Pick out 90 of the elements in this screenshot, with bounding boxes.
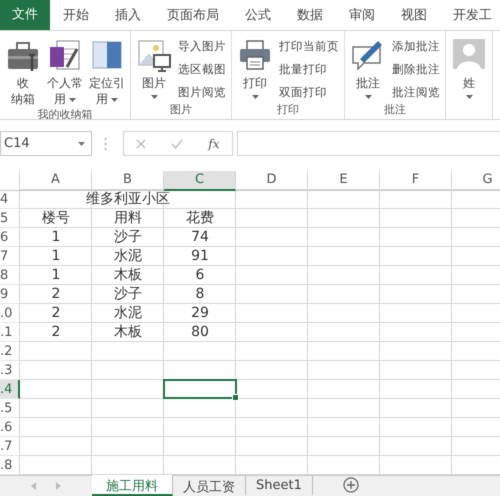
ribbon-tab[interactable]: 开发工 xyxy=(440,0,500,30)
caret-icon xyxy=(69,98,76,102)
ribbon-button[interactable]: 姓 xyxy=(449,32,489,119)
table-cell-text: 1 xyxy=(50,247,62,266)
table-cell-text: 2 xyxy=(50,323,62,342)
table-cell-text: 花费 xyxy=(185,209,215,228)
ribbon-button[interactable]: 批注阅览 xyxy=(390,82,442,102)
grip-icon xyxy=(104,136,107,150)
active-cell[interactable] xyxy=(164,380,236,398)
row-header[interactable]: 5 xyxy=(0,209,20,228)
file-tab[interactable]: 文件 xyxy=(0,0,50,30)
caret-icon xyxy=(364,94,372,99)
table-cell-text: 楼号 xyxy=(41,209,71,228)
ribbon-tab[interactable]: 开始 xyxy=(50,0,102,30)
table-cell-text: 2 xyxy=(50,285,62,304)
table-cell-text: 74 xyxy=(190,228,210,247)
table-cell-text: 沙子 xyxy=(113,285,143,304)
sheet-tab[interactable]: Sheet1 xyxy=(246,476,313,495)
group-label: 批注 xyxy=(383,102,407,118)
ribbon-button[interactable]: 双面打印 xyxy=(277,82,341,102)
ribbon-button[interactable]: 添加批注 xyxy=(390,36,442,56)
table-cell-text: 水泥 xyxy=(113,304,143,323)
table-cell-text: 80 xyxy=(190,323,210,342)
close-icon[interactable] xyxy=(136,138,146,148)
column-header[interactable]: F xyxy=(380,171,452,191)
group-label: 打印 xyxy=(276,102,300,118)
add-sheet-icon[interactable] xyxy=(342,477,359,493)
check-icon[interactable] xyxy=(171,138,184,148)
table-cell-text: 2 xyxy=(50,304,62,323)
ribbon-button[interactable]: 打印 xyxy=(235,32,275,102)
table-cell-text: 水泥 xyxy=(113,247,143,266)
ribbon-button[interactable]: 个人常 用 xyxy=(45,32,85,107)
scroll-left-icon[interactable] xyxy=(31,482,37,490)
name-box[interactable]: C14 xyxy=(0,131,92,156)
caret-icon xyxy=(150,94,158,99)
row-header[interactable]: .5 xyxy=(0,399,20,418)
formula-input[interactable] xyxy=(237,131,500,156)
row-header[interactable]: .4 xyxy=(0,380,20,399)
table-cell-text: 8 xyxy=(194,285,206,304)
ribbon-tab[interactable]: 页面布局 xyxy=(154,0,232,30)
ribbon-tab[interactable]: 数据 xyxy=(284,0,336,30)
ribbon-button[interactable]: 定位引 用 xyxy=(87,32,127,107)
ribbon-button[interactable]: 打印当前页 xyxy=(277,36,341,56)
ribbon-button[interactable]: 批注 xyxy=(348,32,388,102)
dropdown-icon[interactable] xyxy=(78,142,85,146)
ribbon-button[interactable]: 选区截图 xyxy=(176,60,228,79)
table-cell-text: 29 xyxy=(190,304,210,323)
row-header[interactable]: 7 xyxy=(0,247,20,266)
caret-icon xyxy=(466,94,472,99)
select-all-corner[interactable] xyxy=(0,171,20,191)
ribbon-tab[interactable]: 插入 xyxy=(102,0,154,30)
column-header[interactable]: A xyxy=(20,171,92,191)
table-cell-text: 1 xyxy=(50,228,62,247)
ribbon-button[interactable]: 导入图片 xyxy=(176,36,228,56)
ribbon-button[interactable]: 收 纳箱 xyxy=(3,32,43,107)
row-header[interactable]: 4 xyxy=(0,190,20,209)
merged-cell-text: 维多利亚小区 xyxy=(85,190,171,209)
insert-function-button[interactable]: fx xyxy=(208,136,220,150)
row-header[interactable]: .0 xyxy=(0,304,20,323)
row-header[interactable]: 9 xyxy=(0,285,20,304)
caret-icon xyxy=(252,94,258,99)
table-cell-text: 木板 xyxy=(113,323,143,342)
ribbon-button[interactable]: 批量打印 xyxy=(277,60,341,79)
ribbon-button[interactable]: 图片 xyxy=(134,32,174,102)
row-header[interactable]: .1 xyxy=(0,323,20,342)
row-header[interactable]: 6 xyxy=(0,228,20,247)
ribbon-button[interactable]: 删除批注 xyxy=(390,60,442,79)
group-label: 图片 xyxy=(169,102,193,118)
table-cell-text: 用料 xyxy=(113,209,143,228)
ribbon-tab[interactable]: 审阅 xyxy=(336,0,388,30)
row-header[interactable]: .2 xyxy=(0,342,20,361)
column-header[interactable]: E xyxy=(308,171,380,191)
sheet-tab[interactable]: 人员工资 xyxy=(173,476,246,495)
table-cell-text: 6 xyxy=(194,266,206,285)
column-header[interactable]: D xyxy=(236,171,308,191)
table-cell-text: 木板 xyxy=(113,266,143,285)
ribbon-button[interactable]: 图片阅览 xyxy=(176,82,228,102)
caret-icon xyxy=(111,98,118,102)
sheet-tab[interactable]: 施工用料 xyxy=(92,475,173,496)
ribbon-tab[interactable]: 公式 xyxy=(232,0,284,30)
column-header[interactable]: C xyxy=(164,171,236,191)
table-cell-text: 91 xyxy=(190,247,210,266)
table-cell-text: 1 xyxy=(50,266,62,285)
row-header[interactable]: .7 xyxy=(0,437,20,456)
ribbon-tab[interactable]: 视图 xyxy=(388,0,440,30)
column-header[interactable]: G xyxy=(452,171,500,191)
row-header[interactable]: .6 xyxy=(0,418,20,437)
scroll-right-icon[interactable] xyxy=(55,482,61,490)
table-cell-text: 沙子 xyxy=(113,228,143,247)
row-header[interactable]: 8 xyxy=(0,266,20,285)
